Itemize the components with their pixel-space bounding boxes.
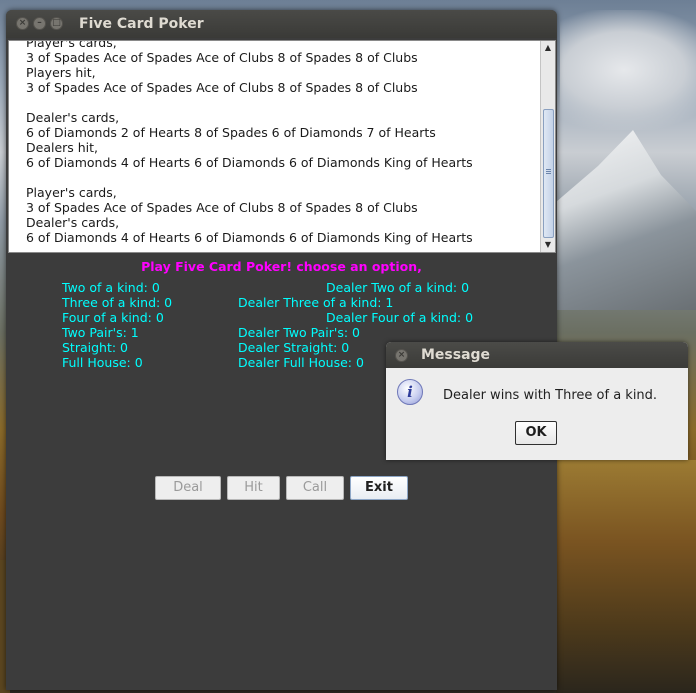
game-log-textarea[interactable]: Player's cards, 3 of Spades Ace of Spades… xyxy=(8,40,556,253)
log-line: Dealer's cards, xyxy=(26,215,120,230)
info-icon: i xyxy=(397,379,423,405)
window-titlebar[interactable]: × – □ Five Card Poker xyxy=(6,10,557,38)
ok-button[interactable]: OK xyxy=(515,421,557,445)
call-button[interactable]: Call xyxy=(286,476,344,500)
dealer-three-of-a-kind-count: Dealer Three of a kind: 1 xyxy=(238,295,394,310)
minimize-window-icon[interactable]: – xyxy=(33,17,46,30)
scrollbar-grip xyxy=(546,171,551,172)
scrollbar-grip xyxy=(546,173,551,174)
hit-button[interactable]: Hit xyxy=(227,476,280,500)
exit-button[interactable]: Exit xyxy=(350,476,408,500)
scrollbar-grip xyxy=(546,169,551,170)
wallpaper-forest xyxy=(556,460,696,693)
dialog-titlebar[interactable]: × Message xyxy=(386,342,688,368)
window-title: Five Card Poker xyxy=(79,16,204,32)
wallpaper-mountain xyxy=(556,130,696,310)
dealer-four-of-a-kind-count: Dealer Four of a kind: 0 xyxy=(326,310,474,325)
maximize-window-icon[interactable]: □ xyxy=(50,17,63,30)
dealer-two-pair-count: Dealer Two Pair's: 0 xyxy=(238,325,360,340)
player-straight-count: Straight: 0 xyxy=(62,340,129,355)
dialog-title: Message xyxy=(421,347,491,363)
game-log-text: Player's cards, 3 of Spades Ace of Spades… xyxy=(26,40,526,245)
dealer-full-house-count: Dealer Full House: 0 xyxy=(238,355,364,370)
dealer-two-of-a-kind-count: Dealer Two of a kind: 0 xyxy=(326,280,470,295)
message-dialog: × Message i Dealer wins with Three of a … xyxy=(386,342,688,460)
log-line: 3 of Spades Ace of Spades Ace of Clubs 8… xyxy=(26,80,418,95)
deal-button[interactable]: Deal xyxy=(155,476,221,500)
log-line: 6 of Diamonds 4 of Hearts 6 of Diamonds … xyxy=(26,155,473,170)
log-line: 6 of Diamonds 4 of Hearts 6 of Diamonds … xyxy=(26,230,473,245)
player-full-house-count: Full House: 0 xyxy=(62,355,143,370)
close-dialog-icon[interactable]: × xyxy=(395,349,408,362)
dialog-message: Dealer wins with Three of a kind. xyxy=(443,388,658,403)
player-three-of-a-kind-count: Three of a kind: 0 xyxy=(62,295,173,310)
log-line: 3 of Spades Ace of Spades Ace of Clubs 8… xyxy=(26,200,418,215)
log-line: Dealer's cards, xyxy=(26,110,120,125)
dealer-straight-count: Dealer Straight: 0 xyxy=(238,340,350,355)
player-four-of-a-kind-count: Four of a kind: 0 xyxy=(62,310,164,325)
game-prompt: Play Five Card Poker! choose an option, xyxy=(141,259,422,274)
log-line: Dealers hit, xyxy=(26,140,99,155)
close-window-icon[interactable]: × xyxy=(16,17,29,30)
log-line: 6 of Diamonds 2 of Hearts 8 of Spades 6 … xyxy=(26,125,436,140)
log-line: 3 of Spades Ace of Spades Ace of Clubs 8… xyxy=(26,50,418,65)
log-line: Player's cards, xyxy=(26,40,117,50)
log-line: Players hit, xyxy=(26,65,96,80)
log-line: Player's cards, xyxy=(26,185,117,200)
scroll-up-arrow-icon[interactable]: ▲ xyxy=(541,41,555,55)
wallpaper-clouds xyxy=(560,10,696,130)
scrollbar-thumb[interactable] xyxy=(543,109,554,238)
scroll-down-arrow-icon[interactable]: ▼ xyxy=(541,238,555,252)
game-log-scrollbar[interactable]: ▲ ▼ xyxy=(540,41,555,252)
player-two-pair-count: Two Pair's: 1 xyxy=(62,325,139,340)
player-two-of-a-kind-count: Two of a kind: 0 xyxy=(62,280,160,295)
